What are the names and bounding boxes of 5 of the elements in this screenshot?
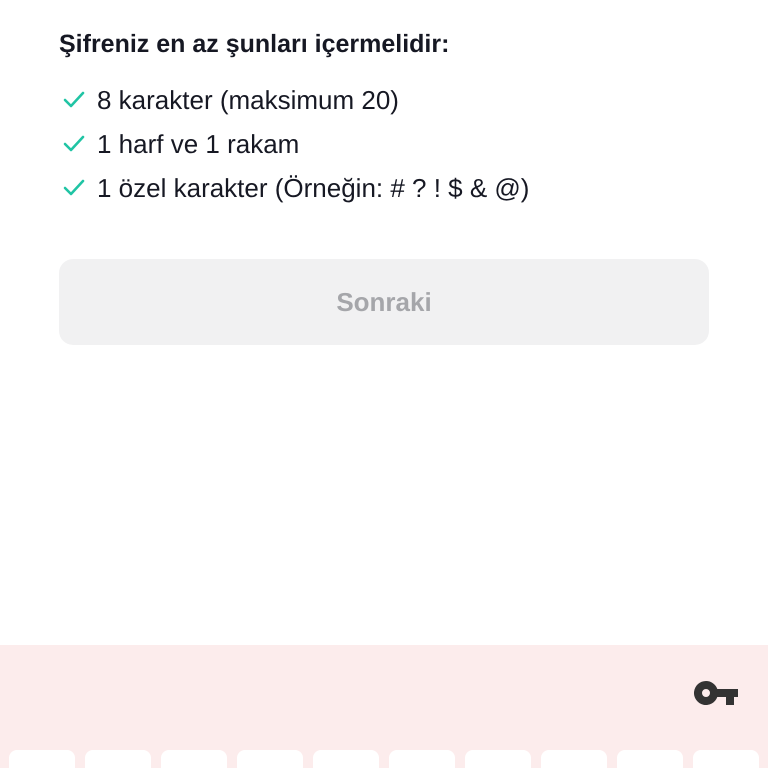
requirement-text: 1 özel karakter (Örneğin: # ? ! $ & @) bbox=[97, 172, 530, 204]
requirement-text: 8 karakter (maksimum 20) bbox=[97, 84, 399, 116]
requirement-text: 1 harf ve 1 rakam bbox=[97, 128, 300, 160]
key-icon[interactable] bbox=[694, 681, 738, 705]
heading: Şifreniz en az şunları içermelidir: bbox=[59, 29, 450, 60]
